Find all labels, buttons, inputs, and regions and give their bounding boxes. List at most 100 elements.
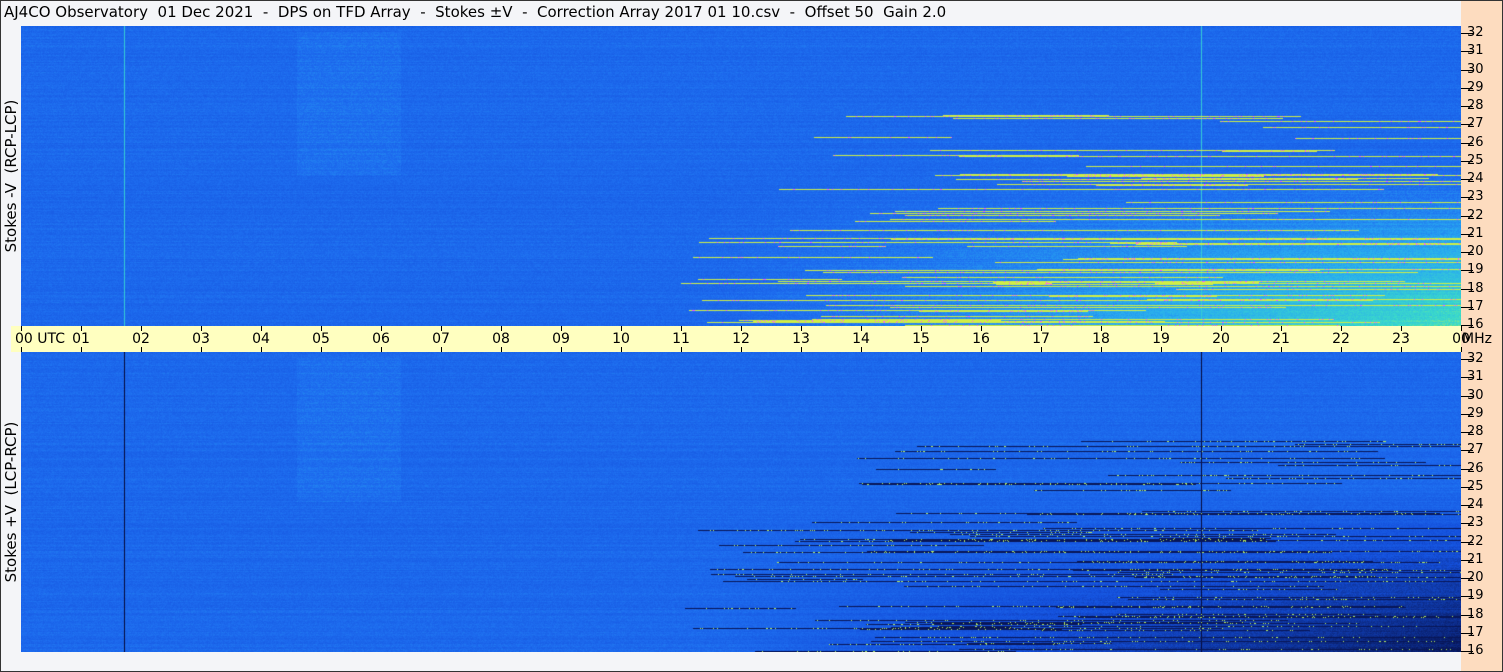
time-tick-mark [801, 347, 802, 352]
freq-tick-label: 30 [1467, 61, 1484, 77]
freq-tick-label: 23 [1467, 515, 1484, 531]
time-tick-label: 04 [252, 331, 270, 347]
time-tick-label: 13 [792, 331, 810, 347]
time-tick-mark [261, 347, 262, 352]
freq-tick-label: 25 [1467, 478, 1484, 494]
time-tick-mark [1221, 347, 1222, 352]
time-tick-mark [141, 326, 142, 331]
time-tick-label: 06 [372, 331, 390, 347]
time-tick-mark [81, 347, 82, 352]
time-tick-mark [621, 326, 622, 331]
time-tick-mark [201, 347, 202, 352]
time-tick-mark [1161, 347, 1162, 352]
time-tick-mark [921, 347, 922, 352]
time-tick-mark [201, 326, 202, 331]
time-tick-mark [1041, 326, 1042, 331]
time-tick-mark [141, 347, 142, 352]
time-tick-mark [501, 326, 502, 331]
time-tick-mark [21, 347, 22, 352]
time-tick-label: 03 [192, 331, 210, 347]
time-tick-mark [741, 326, 742, 331]
freq-tick-label: 24 [1467, 497, 1484, 512]
time-tick-mark [801, 326, 802, 331]
time-tick-mark [561, 326, 562, 331]
time-tick-mark [741, 347, 742, 352]
chart-title: AJ4CO Observatory 01 Dec 2021 - DPS on T… [4, 3, 947, 21]
time-tick-label: 12 [732, 331, 750, 347]
freq-tick-label: 28 [1467, 98, 1484, 113]
time-tick-mark [981, 326, 982, 331]
time-tick-mark [1281, 347, 1282, 352]
time-tick-mark [861, 347, 862, 352]
time-tick-label: 15 [912, 331, 930, 347]
time-tick-mark [861, 326, 862, 331]
time-axis: 00 UTC 01 02 03 04 05 06 07 08 09 10 11 12 13 14 15 16 17… [11, 326, 1470, 352]
time-tick-mark [1461, 347, 1462, 352]
time-tick-mark [81, 326, 82, 331]
freq-tick-label: 19 [1467, 588, 1484, 604]
freq-tick-label: 17 [1467, 298, 1484, 314]
time-tick-mark [321, 347, 322, 352]
time-tick-mark [1341, 347, 1342, 352]
time-tick-label: 05 [312, 331, 330, 347]
time-tick-label: 00 UTC [14, 331, 66, 347]
freq-tick-label: 30 [1467, 387, 1484, 403]
time-tick-mark [1401, 326, 1402, 331]
freq-tick-label: 20 [1467, 570, 1484, 585]
time-tick-mark [21, 326, 22, 331]
time-tick-mark [1161, 326, 1162, 331]
freq-tick-label: 27 [1467, 442, 1484, 458]
time-tick-mark [621, 347, 622, 352]
freq-tick-label: 16 [1467, 317, 1484, 332]
spectrogram-stokes-minus-v [21, 26, 1461, 326]
time-tick-mark [1221, 326, 1222, 331]
time-tick-mark [921, 326, 922, 331]
freq-tick-label: 18 [1467, 280, 1484, 296]
time-tick-mark [1401, 347, 1402, 352]
time-tick-mark [1281, 326, 1282, 331]
spectrogram-stokes-plus-v [21, 352, 1461, 652]
time-tick-mark [261, 326, 262, 331]
time-tick-mark [321, 326, 322, 331]
time-tick-mark [681, 326, 682, 331]
time-tick-label: 17 [1032, 331, 1050, 347]
freq-tick-label: 27 [1467, 116, 1484, 132]
time-tick-label: 02 [132, 331, 150, 347]
time-tick-label: 22 [1332, 331, 1350, 347]
freq-tick-label: 31 [1467, 369, 1484, 385]
time-tick-label: 20 [1212, 331, 1230, 347]
freq-tick-label: 16 [1467, 643, 1484, 658]
time-tick-label: 21 [1272, 331, 1290, 347]
freq-tick-label: 19 [1467, 262, 1484, 278]
freq-tick-label: 22 [1467, 207, 1484, 223]
freq-tick-label: 24 [1467, 171, 1484, 186]
time-tick-mark [681, 347, 682, 352]
time-tick-mark [441, 347, 442, 352]
time-tick-mark [1101, 326, 1102, 331]
freq-tick-label: 18 [1467, 606, 1484, 622]
freq-tick-label: 17 [1467, 624, 1484, 640]
time-tick-label: 14 [852, 331, 870, 347]
time-tick-mark [381, 326, 382, 331]
freq-tick-label: 21 [1467, 551, 1484, 567]
freq-tick-label: 26 [1467, 134, 1484, 150]
mhz-unit-label: MHz [1462, 331, 1492, 347]
time-tick-label: 01 [72, 331, 90, 347]
freq-tick-label: 32 [1467, 351, 1484, 366]
time-tick-label: 19 [1152, 331, 1170, 347]
time-tick-label: 16 [972, 331, 990, 347]
time-tick-mark [981, 347, 982, 352]
freq-tick-label: 28 [1467, 424, 1484, 439]
freq-tick-label: 26 [1467, 460, 1484, 476]
time-tick-label: 08 [492, 331, 510, 347]
time-tick-label: 10 [612, 331, 630, 347]
time-tick-mark [1101, 347, 1102, 352]
time-tick-mark [381, 347, 382, 352]
time-tick-label: 07 [432, 331, 450, 347]
time-tick-mark [441, 326, 442, 331]
freq-tick-label: 25 [1467, 152, 1484, 168]
time-tick-label: 11 [672, 331, 690, 347]
freq-tick-label: 29 [1467, 405, 1484, 421]
freq-tick-label: 29 [1467, 79, 1484, 95]
time-tick-mark [1041, 347, 1042, 352]
